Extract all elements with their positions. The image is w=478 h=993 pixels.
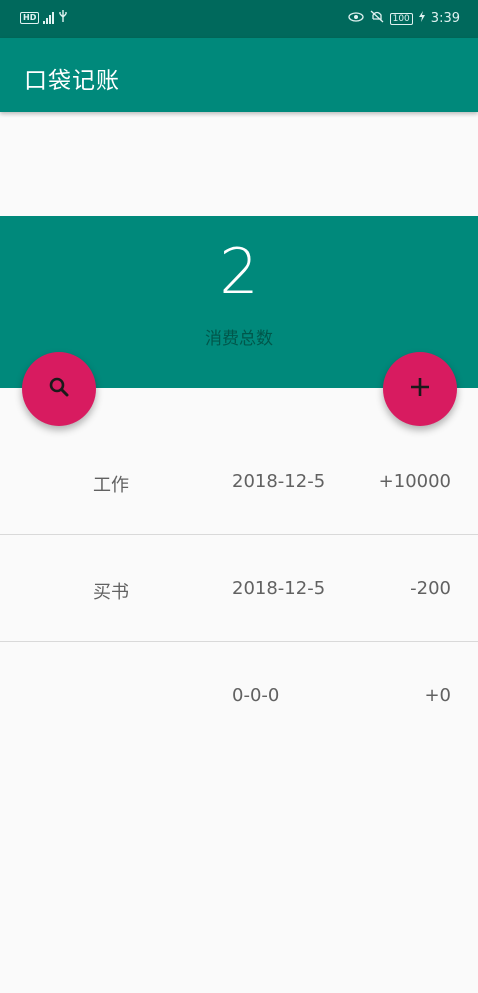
record-row[interactable]: 工作 2018-12-5 +10000 [0, 428, 478, 535]
add-icon [409, 376, 431, 402]
record-list: 工作 2018-12-5 +10000 买书 2018-12-5 -200 0-… [0, 428, 478, 749]
status-left: HD [20, 10, 68, 26]
record-name: 工作 [93, 475, 129, 496]
record-date: 2018-12-5 [232, 471, 326, 492]
total-count-label: 消费总数 [205, 329, 273, 349]
status-right: 100 3:39 [347, 10, 460, 27]
status-bar: HD 100 3:39 [0, 0, 478, 38]
record-amount: +0 [424, 685, 451, 706]
app-screen: HD 100 3:39 口袋记账 2 消费总数 工作 2018-12-5 +10… [0, 0, 478, 993]
app-bar: 口袋记账 [0, 38, 478, 112]
app-title: 口袋记账 [24, 68, 120, 94]
charging-icon [418, 11, 425, 26]
hd-icon: HD [20, 12, 40, 24]
record-row[interactable]: 买书 2018-12-5 -200 [0, 535, 478, 642]
add-record-button[interactable] [383, 352, 457, 426]
record-amount: +10000 [378, 471, 451, 492]
search-button[interactable] [22, 352, 96, 426]
record-amount: -200 [410, 578, 451, 599]
battery-icon: 100 [389, 12, 413, 25]
record-name: 买书 [93, 582, 129, 603]
record-row[interactable]: 0-0-0 +0 [0, 642, 478, 749]
clock: 3:39 [430, 11, 460, 26]
usb-icon [58, 10, 68, 26]
mute-icon [370, 10, 384, 27]
record-date: 0-0-0 [232, 685, 280, 706]
eye-icon [347, 11, 364, 27]
total-count: 2 [219, 235, 259, 308]
record-date: 2018-12-5 [232, 578, 326, 599]
search-icon [47, 375, 71, 403]
4g-signal-icon [43, 12, 55, 24]
